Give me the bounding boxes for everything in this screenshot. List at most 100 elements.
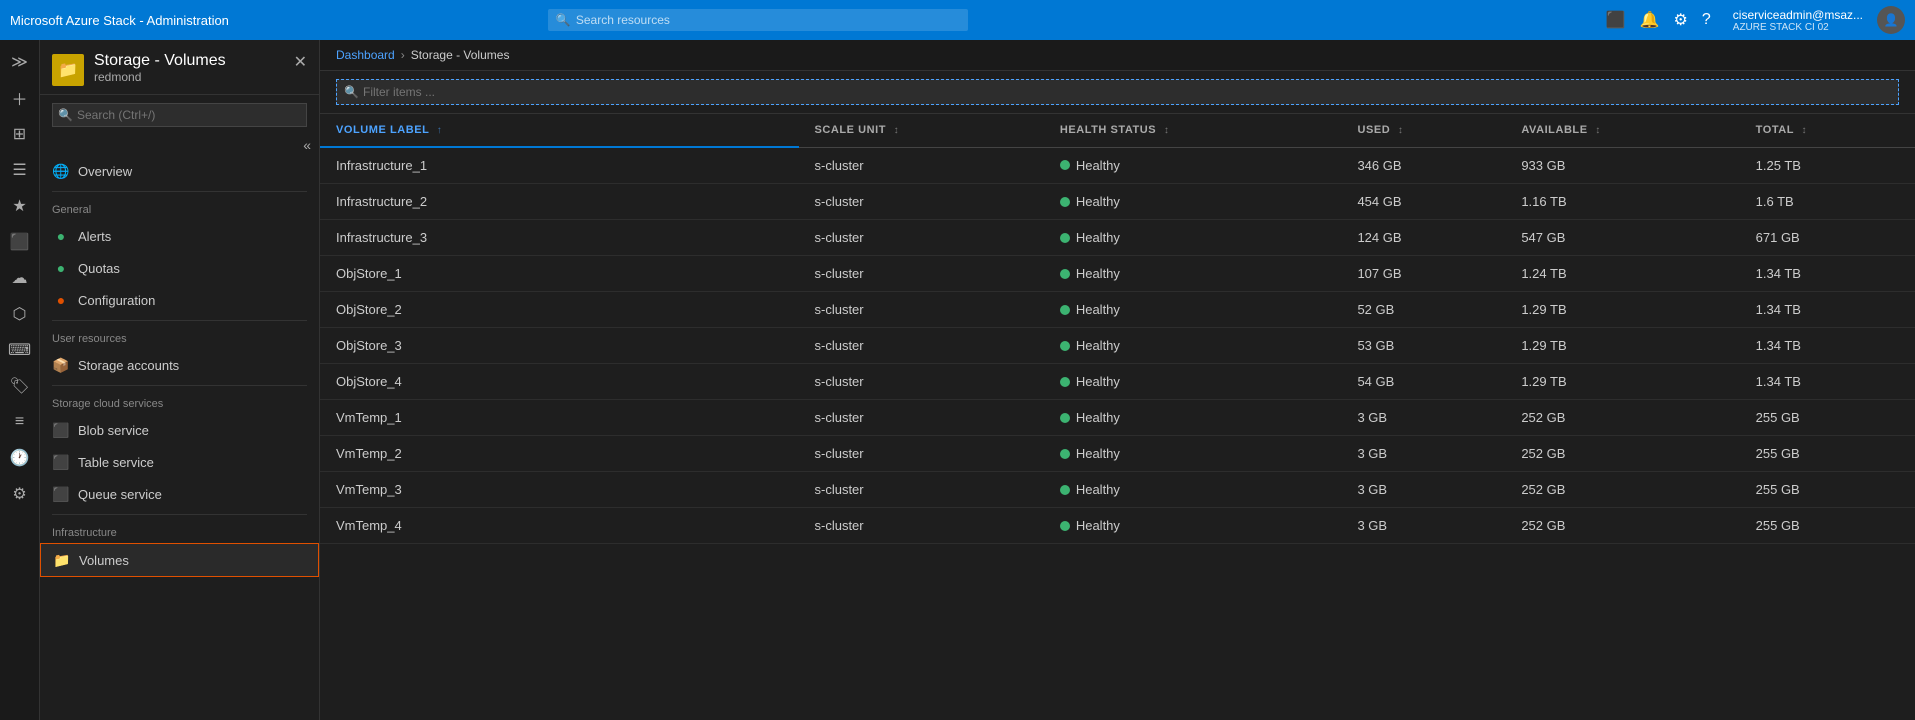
table-row[interactable]: Infrastructure_1 s-cluster Healthy 346 G…	[320, 147, 1915, 184]
rail-resources-icon[interactable]: ☰	[2, 152, 38, 188]
sidebar-item-queue-service[interactable]: ⬛ Queue service	[40, 478, 319, 510]
cell-total: 1.34 TB	[1740, 292, 1915, 328]
help-icon[interactable]: ?	[1702, 11, 1711, 29]
cell-health-status: Healthy	[1044, 364, 1342, 400]
cell-scale-unit: s-cluster	[799, 256, 1044, 292]
divider-infrastructure	[52, 514, 307, 515]
table-row[interactable]: ObjStore_4 s-cluster Healthy 54 GB 1.29 …	[320, 364, 1915, 400]
sort-both-icon2: ↕	[1164, 125, 1170, 136]
sidebar-item-configuration[interactable]: ● Configuration	[40, 284, 319, 316]
rail-list-icon[interactable]: ≡	[2, 404, 38, 440]
sidebar-item-volumes[interactable]: 📁 Volumes	[40, 543, 319, 577]
table-row[interactable]: VmTemp_4 s-cluster Healthy 3 GB 252 GB 2…	[320, 508, 1915, 544]
filter-input[interactable]	[336, 79, 1899, 105]
topbar-search-icon: 🔍	[556, 13, 571, 27]
cell-volume-label: ObjStore_3	[320, 328, 799, 364]
col-total[interactable]: TOTAL ↕	[1740, 114, 1915, 147]
avatar[interactable]: 👤	[1877, 6, 1905, 34]
rail-dashboard-icon[interactable]: ⊞	[2, 116, 38, 152]
sidebar-header: 📁 Storage - Volumes redmond ✕	[40, 40, 319, 95]
col-available[interactable]: AVAILABLE ↕	[1505, 114, 1739, 147]
cell-scale-unit: s-cluster	[799, 472, 1044, 508]
rail-tag-icon[interactable]: 🏷	[2, 368, 38, 404]
sidebar-close-button[interactable]: ✕	[294, 52, 307, 72]
sidebar-item-blob-service[interactable]: ⬛ Blob service	[40, 414, 319, 446]
rail-cloud-icon[interactable]: ☁	[2, 260, 38, 296]
cell-health-status: Healthy	[1044, 256, 1342, 292]
topbar-search-input[interactable]	[548, 9, 968, 31]
rail-grid-icon[interactable]: ⬛	[2, 224, 38, 260]
cell-total: 255 GB	[1740, 508, 1915, 544]
cell-scale-unit: s-cluster	[799, 328, 1044, 364]
rail-puzzle-icon[interactable]: ⬡	[2, 296, 38, 332]
cell-used: 53 GB	[1341, 328, 1505, 364]
col-volume-label[interactable]: VOLUME LABEL ↑	[320, 114, 799, 147]
sidebar-item-label: Blob service	[78, 423, 149, 438]
cell-total: 1.25 TB	[1740, 147, 1915, 184]
quotas-icon: ●	[52, 259, 70, 277]
cell-volume-label: ObjStore_4	[320, 364, 799, 400]
rail-code-icon[interactable]: ⌨	[2, 332, 38, 368]
sort-asc-icon: ↑	[437, 125, 443, 136]
volumes-table: VOLUME LABEL ↑ SCALE UNIT ↕ HEALTH STATU…	[320, 114, 1915, 544]
table-row[interactable]: ObjStore_1 s-cluster Healthy 107 GB 1.24…	[320, 256, 1915, 292]
cell-total: 1.34 TB	[1740, 364, 1915, 400]
sidebar-search-input[interactable]	[52, 103, 307, 127]
health-text: Healthy	[1076, 302, 1120, 317]
cell-used: 107 GB	[1341, 256, 1505, 292]
sidebar-item-overview[interactable]: 🌐 Overview	[40, 155, 319, 187]
sidebar-item-table-service[interactable]: ⬛ Table service	[40, 446, 319, 478]
table-row[interactable]: ObjStore_2 s-cluster Healthy 52 GB 1.29 …	[320, 292, 1915, 328]
rail-favorites-icon[interactable]: ★	[2, 188, 38, 224]
user-info: ciserviceadmin@msaz... AZURE STACK CI 02	[1733, 8, 1863, 33]
table-row[interactable]: Infrastructure_3 s-cluster Healthy 124 G…	[320, 220, 1915, 256]
user-name: ciserviceadmin@msaz...	[1733, 8, 1863, 22]
health-text: Healthy	[1076, 518, 1120, 533]
rail-expand-icon[interactable]: ≫	[2, 44, 38, 80]
breadcrumb-dashboard[interactable]: Dashboard	[336, 48, 395, 62]
sidebar-item-storage-accounts[interactable]: 📦 Storage accounts	[40, 349, 319, 381]
rail-clock-icon[interactable]: 🕐	[2, 440, 38, 476]
cell-used: 346 GB	[1341, 147, 1505, 184]
health-text: Healthy	[1076, 482, 1120, 497]
table-body: Infrastructure_1 s-cluster Healthy 346 G…	[320, 147, 1915, 544]
col-used[interactable]: USED ↕	[1341, 114, 1505, 147]
cell-total: 1.34 TB	[1740, 328, 1915, 364]
table-row[interactable]: VmTemp_3 s-cluster Healthy 3 GB 252 GB 2…	[320, 472, 1915, 508]
divider-general	[52, 191, 307, 192]
cell-health-status: Healthy	[1044, 508, 1342, 544]
table-row[interactable]: VmTemp_2 s-cluster Healthy 3 GB 252 GB 2…	[320, 436, 1915, 472]
filter-search-icon: 🔍	[344, 85, 359, 99]
sidebar-item-alerts[interactable]: ● Alerts	[40, 220, 319, 252]
sidebar-item-quotas[interactable]: ● Quotas	[40, 252, 319, 284]
table-row[interactable]: Infrastructure_2 s-cluster Healthy 454 G…	[320, 184, 1915, 220]
cell-volume-label: Infrastructure_1	[320, 147, 799, 184]
health-dot	[1060, 305, 1070, 315]
portal-icon[interactable]: ⬛	[1606, 10, 1626, 30]
rail-gear-icon[interactable]: ⚙	[2, 476, 38, 512]
cell-available: 252 GB	[1505, 400, 1739, 436]
sidebar: 📁 Storage - Volumes redmond ✕ 🔍 « 🌐 Over…	[40, 40, 320, 720]
table-row[interactable]: ObjStore_3 s-cluster Healthy 53 GB 1.29 …	[320, 328, 1915, 364]
sidebar-item-label: Storage accounts	[78, 358, 179, 373]
cell-available: 1.24 TB	[1505, 256, 1739, 292]
cell-available: 547 GB	[1505, 220, 1739, 256]
cell-health-status: Healthy	[1044, 436, 1342, 472]
col-health-status[interactable]: HEALTH STATUS ↕	[1044, 114, 1342, 147]
table-row[interactable]: VmTemp_1 s-cluster Healthy 3 GB 252 GB 2…	[320, 400, 1915, 436]
cell-health-status: Healthy	[1044, 328, 1342, 364]
main-layout: ≫ ＋ ⊞ ☰ ★ ⬛ ☁ ⬡ ⌨ 🏷 ≡ 🕐 ⚙ 📁 Storage - Vo…	[0, 40, 1915, 720]
health-dot	[1060, 413, 1070, 423]
sidebar-collapse-button[interactable]: «	[303, 137, 311, 153]
cell-volume-label: VmTemp_4	[320, 508, 799, 544]
rail-add-icon[interactable]: ＋	[2, 80, 38, 116]
cell-volume-label: Infrastructure_3	[320, 220, 799, 256]
cell-volume-label: VmTemp_1	[320, 400, 799, 436]
col-scale-unit[interactable]: SCALE UNIT ↕	[799, 114, 1044, 147]
health-text: Healthy	[1076, 338, 1120, 353]
col-used-text: USED	[1357, 124, 1390, 136]
table-service-icon: ⬛	[52, 453, 70, 471]
notification-icon[interactable]: 🔔	[1640, 10, 1660, 30]
cell-volume-label: ObjStore_2	[320, 292, 799, 328]
settings-icon[interactable]: ⚙	[1674, 10, 1688, 30]
